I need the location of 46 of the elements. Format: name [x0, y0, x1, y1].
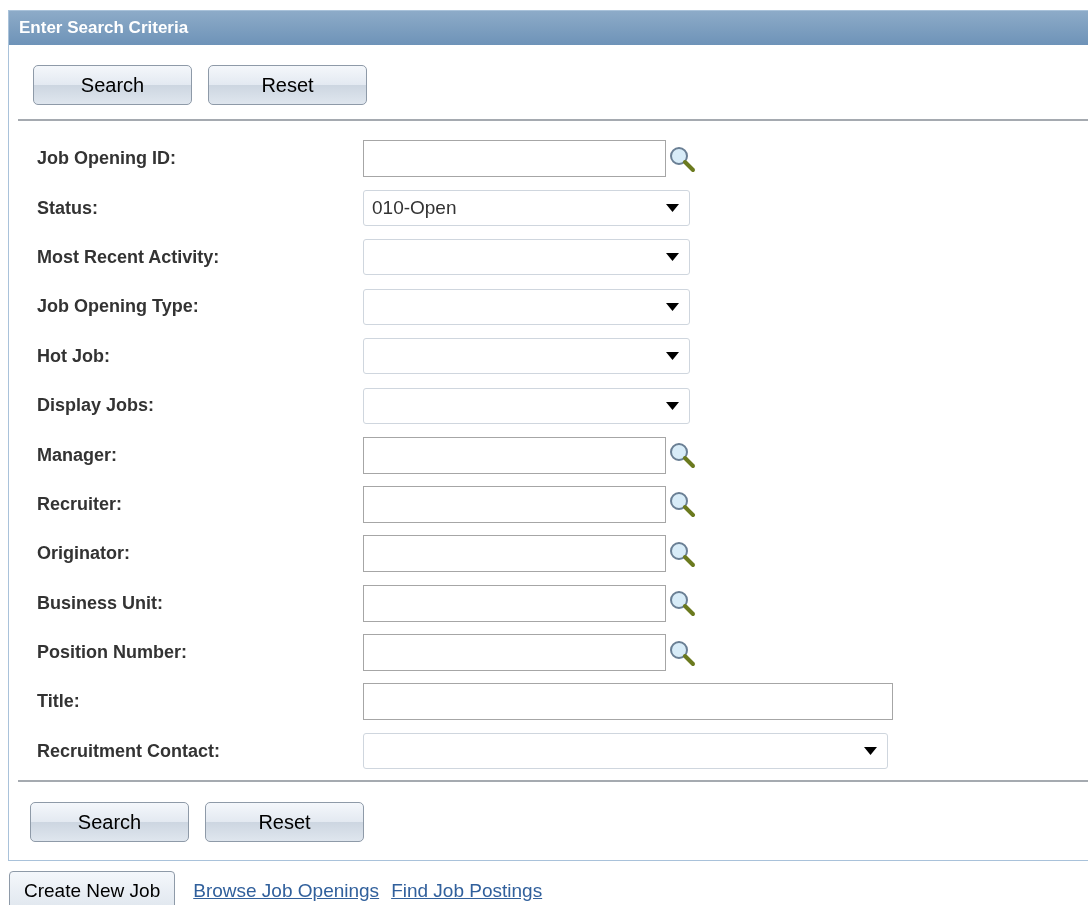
dropdown-caret-icon: [666, 401, 679, 410]
search-icon[interactable]: [668, 144, 696, 173]
dropdown-field[interactable]: [363, 288, 690, 325]
dropdown-caret-icon: [864, 747, 877, 756]
action-button[interactable]: Reset: [205, 802, 364, 843]
field-label: Job Opening ID:: [36, 148, 177, 170]
action-button[interactable]: Reset: [208, 65, 367, 105]
field-label: Job Opening Type:: [36, 296, 200, 318]
field-label: Most Recent Activity:: [36, 246, 221, 268]
search-icon[interactable]: [668, 638, 696, 667]
field-label: Manager:: [36, 444, 118, 466]
dropdown-field[interactable]: [363, 338, 690, 375]
field-label: Recruitment Contact:: [36, 740, 221, 762]
field-label: Originator:: [36, 543, 131, 565]
search-icon[interactable]: [668, 589, 696, 618]
dropdown-field[interactable]: 010-Open: [363, 190, 690, 227]
dropdown-caret-icon: [666, 302, 679, 311]
search-icon[interactable]: [668, 539, 696, 568]
create-button[interactable]: Create New Job: [9, 871, 176, 905]
action-button[interactable]: Search: [30, 802, 189, 843]
field-label: Display Jobs:: [36, 395, 156, 417]
dropdown-caret-icon: [666, 352, 679, 361]
action-button[interactable]: Search: [33, 65, 192, 105]
dropdown-field[interactable]: [363, 387, 690, 424]
field-label: Hot Job:: [36, 345, 111, 367]
search-icon[interactable]: [668, 441, 696, 470]
input-field[interactable]: [363, 535, 666, 573]
search-icon[interactable]: [668, 490, 696, 519]
input-field[interactable]: [363, 436, 666, 474]
field-label: Title:: [36, 691, 81, 713]
dropdown-caret-icon: [666, 204, 679, 213]
dropdown-field[interactable]: [363, 239, 690, 276]
input-field[interactable]: [363, 485, 666, 523]
field-label: Position Number:: [36, 642, 188, 664]
input-field[interactable]: [363, 584, 666, 622]
input-field[interactable]: [363, 683, 893, 721]
field-label: Status:: [36, 197, 99, 219]
input-field[interactable]: [363, 634, 666, 672]
dropdown-field[interactable]: [363, 733, 888, 770]
link[interactable]: Browse Job Openings: [193, 880, 380, 902]
link[interactable]: Find Job Postings: [391, 880, 543, 902]
field-label: Recruiter:: [36, 493, 124, 515]
input-field[interactable]: [363, 140, 666, 178]
field-label: Business Unit:: [36, 592, 165, 614]
panel-title: Enter Search Criteria: [9, 11, 1088, 45]
dropdown-caret-icon: [666, 253, 679, 262]
